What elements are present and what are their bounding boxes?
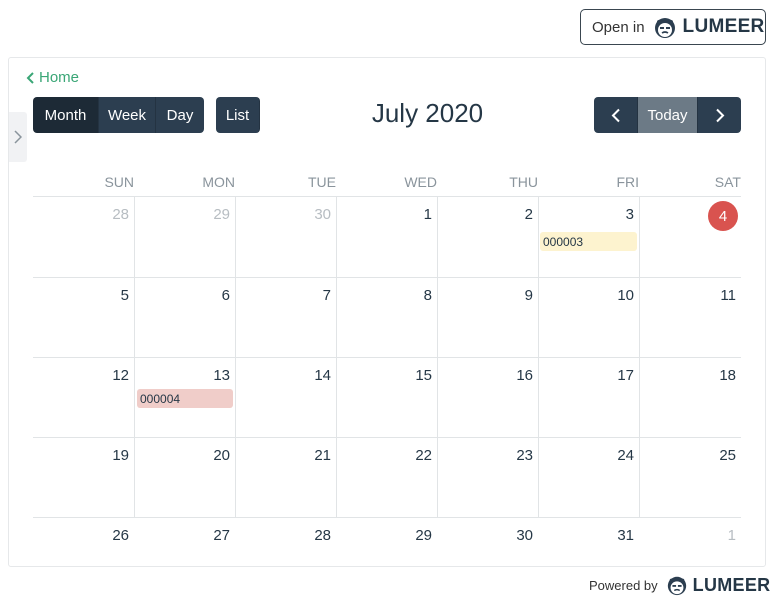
day-cell[interactable]: 30 bbox=[291, 206, 331, 223]
chevron-right-icon bbox=[715, 108, 724, 122]
day-cell[interactable]: 13 bbox=[190, 367, 230, 384]
sidebar-toggle-button[interactable] bbox=[9, 112, 27, 162]
chevron-left-icon bbox=[611, 108, 620, 122]
month-view-button[interactable]: Month bbox=[33, 97, 99, 133]
day-cell[interactable]: 11 bbox=[696, 287, 736, 304]
footer-brand: LUMEER bbox=[692, 574, 771, 595]
grid-line bbox=[33, 357, 741, 358]
day-cell[interactable]: 30 bbox=[493, 527, 533, 544]
day-cell[interactable]: 8 bbox=[392, 287, 432, 304]
date-navigation: Today bbox=[594, 97, 741, 133]
day-cell[interactable]: 19 bbox=[89, 447, 129, 464]
home-link[interactable]: Home bbox=[26, 69, 79, 86]
grid-line bbox=[33, 196, 741, 197]
grid-line bbox=[33, 437, 741, 438]
day-cell[interactable]: 2 bbox=[493, 206, 533, 223]
day-cell[interactable]: 6 bbox=[190, 287, 230, 304]
day-cell[interactable]: 14 bbox=[291, 367, 331, 384]
day-cell[interactable]: 15 bbox=[392, 367, 432, 384]
day-cell[interactable]: 23 bbox=[493, 447, 533, 464]
chevron-left-icon bbox=[26, 71, 34, 84]
calendar-title: July 2020 bbox=[371, 98, 484, 128]
day-cell[interactable]: 20 bbox=[190, 447, 230, 464]
day-cell[interactable]: 28 bbox=[89, 206, 129, 223]
day-cell[interactable]: 10 bbox=[594, 287, 634, 304]
day-cell[interactable]: 5 bbox=[89, 287, 129, 304]
today-badge[interactable]: 4 bbox=[708, 201, 738, 231]
powered-by-footer[interactable]: Powered by LUMEER bbox=[589, 574, 770, 596]
grid-line bbox=[336, 196, 337, 517]
day-cell[interactable]: 22 bbox=[392, 447, 432, 464]
open-in-label: Open in bbox=[592, 18, 645, 36]
grid-line bbox=[437, 196, 438, 517]
calendar-card bbox=[8, 57, 766, 567]
open-in-brand: LUMEER bbox=[682, 16, 765, 37]
weekday-header: SUN bbox=[104, 174, 134, 190]
calendar-event[interactable]: 000004 bbox=[137, 389, 233, 408]
day-cell[interactable]: 7 bbox=[291, 287, 331, 304]
day-cell[interactable]: 27 bbox=[190, 527, 230, 544]
day-cell[interactable]: 16 bbox=[493, 367, 533, 384]
view-switcher: Month Week Day bbox=[33, 97, 204, 133]
day-cell[interactable]: 31 bbox=[594, 527, 634, 544]
chevron-right-icon bbox=[14, 130, 22, 144]
day-cell[interactable]: 29 bbox=[190, 206, 230, 223]
today-button[interactable]: Today bbox=[638, 97, 698, 133]
day-cell[interactable]: 1 bbox=[392, 206, 432, 223]
grid-line bbox=[33, 277, 741, 278]
weekday-header: THU bbox=[509, 174, 538, 190]
day-cell[interactable]: 17 bbox=[594, 367, 634, 384]
day-cell[interactable]: 18 bbox=[696, 367, 736, 384]
grid-line bbox=[134, 196, 135, 517]
day-cell[interactable]: 21 bbox=[291, 447, 331, 464]
day-cell[interactable]: 3 bbox=[594, 206, 634, 223]
weekday-header: TUE bbox=[308, 174, 336, 190]
grid-line bbox=[639, 196, 640, 517]
week-view-button[interactable]: Week bbox=[99, 97, 156, 133]
day-cell[interactable]: 29 bbox=[392, 527, 432, 544]
day-cell[interactable]: 24 bbox=[594, 447, 634, 464]
day-view-button[interactable]: Day bbox=[156, 97, 204, 133]
weekday-header: FRI bbox=[616, 174, 639, 190]
list-view-button[interactable]: List bbox=[216, 97, 260, 133]
grid-line bbox=[538, 196, 539, 517]
powered-by-label: Powered by bbox=[589, 577, 658, 593]
weekday-header: SAT bbox=[714, 174, 741, 190]
day-cell[interactable]: 12 bbox=[89, 367, 129, 384]
grid-line bbox=[235, 196, 236, 517]
home-link-label: Home bbox=[39, 69, 80, 86]
day-cell[interactable]: 9 bbox=[493, 287, 533, 304]
open-in-lumeer-button[interactable]: Open in LUMEER bbox=[580, 9, 766, 45]
day-cell[interactable]: 25 bbox=[696, 447, 736, 464]
next-month-button[interactable] bbox=[698, 97, 741, 133]
lumeer-logo-icon bbox=[654, 18, 675, 38]
day-cell[interactable]: 1 bbox=[696, 527, 736, 544]
lumeer-logo-icon bbox=[667, 576, 686, 596]
day-cell[interactable]: 28 bbox=[291, 527, 331, 544]
weekday-header: MON bbox=[202, 174, 235, 190]
day-cell[interactable]: 26 bbox=[89, 527, 129, 544]
calendar-event[interactable]: 000003 bbox=[540, 232, 637, 251]
previous-month-button[interactable] bbox=[594, 97, 638, 133]
grid-line bbox=[33, 517, 741, 518]
weekday-header: WED bbox=[404, 174, 437, 190]
